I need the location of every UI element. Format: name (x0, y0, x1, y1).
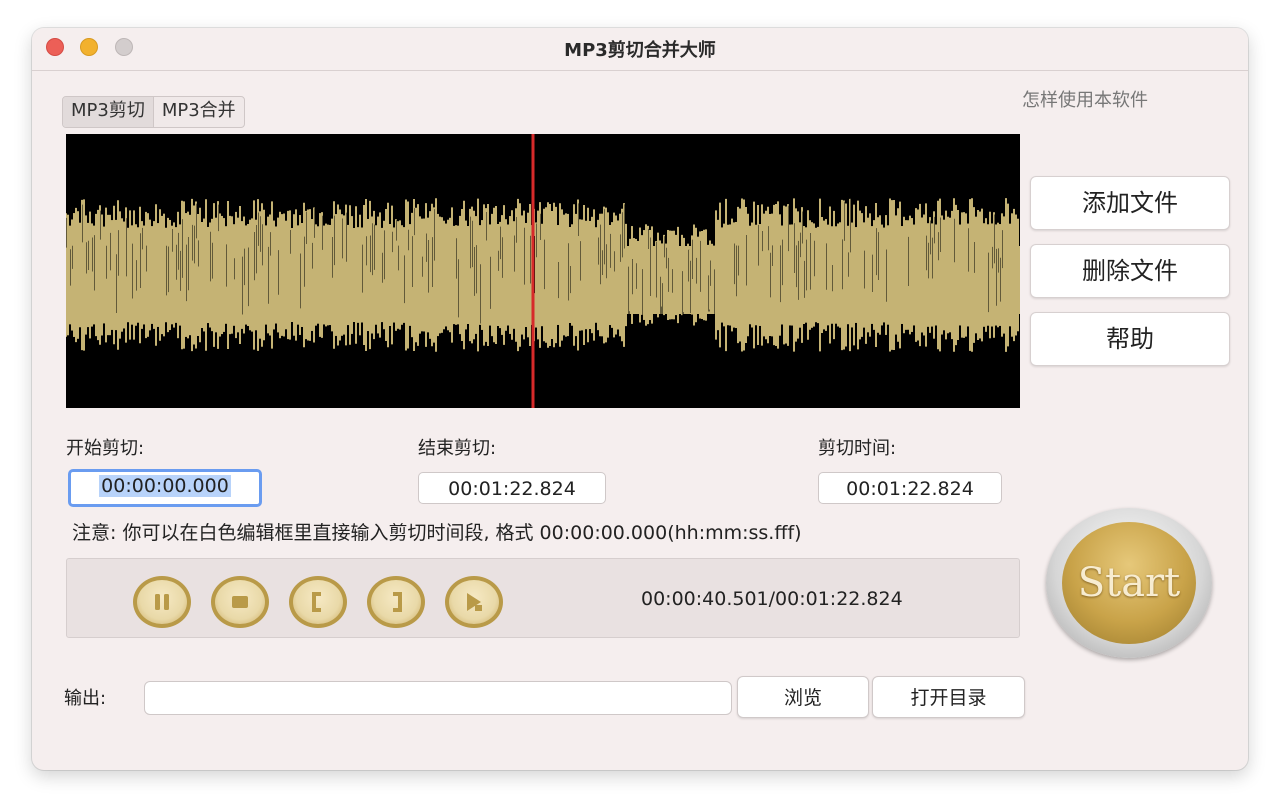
stop-button[interactable] (211, 576, 269, 628)
bracket-right-icon (393, 592, 402, 612)
pause-button[interactable] (133, 576, 191, 628)
playback-time: 00:00:40.501/00:01:22.824 (641, 588, 903, 610)
waveform-graphic (66, 134, 1020, 408)
start-cut-label: 开始剪切: (66, 438, 145, 459)
player-controls: 00:00:40.501/00:01:22.824 (66, 558, 1020, 638)
pause-icon (155, 594, 169, 610)
start-time-value: 00:00:00.000 (99, 475, 231, 497)
open-directory-button[interactable]: 打开目录 (872, 676, 1025, 718)
play-selection-icon (467, 593, 482, 611)
cut-duration-label: 剪切时间: (818, 438, 897, 459)
add-file-button[interactable]: 添加文件 (1030, 176, 1230, 230)
duration-field[interactable]: 00:01:22.824 (818, 472, 1002, 504)
end-cut-label: 结束剪切: (418, 438, 497, 459)
how-to-use-link[interactable]: 怎样使用本软件 (1022, 86, 1148, 112)
browse-button[interactable]: 浏览 (737, 676, 869, 718)
help-button[interactable]: 帮助 (1030, 312, 1230, 366)
window-title: MP3剪切合并大师 (564, 40, 716, 61)
play-selection-button[interactable] (445, 576, 503, 628)
set-end-mark-button[interactable] (367, 576, 425, 628)
waveform-display[interactable] (66, 134, 1020, 408)
output-label: 输出: (64, 688, 107, 709)
start-time-field[interactable]: 00:00:00.000 (68, 469, 262, 507)
delete-file-button[interactable]: 删除文件 (1030, 244, 1230, 298)
output-path-field[interactable] (144, 681, 732, 715)
end-time-field[interactable]: 00:01:22.824 (418, 472, 606, 504)
stop-icon (232, 596, 248, 608)
tab-mp3-merge[interactable]: MP3合并 (154, 97, 244, 127)
set-start-mark-button[interactable] (289, 576, 347, 628)
app-window: MP3剪切合并大师 怎样使用本软件 MP3剪切 MP3合并 添加文件 删除文件 … (32, 28, 1248, 770)
format-notice: 注意: 你可以在白色编辑框里直接输入剪切时间段, 格式 00:00:00.000… (72, 522, 802, 544)
title-bar: MP3剪切合并大师 (32, 28, 1248, 71)
start-button-label: Start (1062, 522, 1196, 644)
mode-tabs: MP3剪切 MP3合并 (62, 96, 245, 128)
tab-mp3-cut[interactable]: MP3剪切 (63, 97, 154, 127)
bracket-left-icon (312, 592, 321, 612)
start-button[interactable]: Start (1046, 508, 1212, 658)
